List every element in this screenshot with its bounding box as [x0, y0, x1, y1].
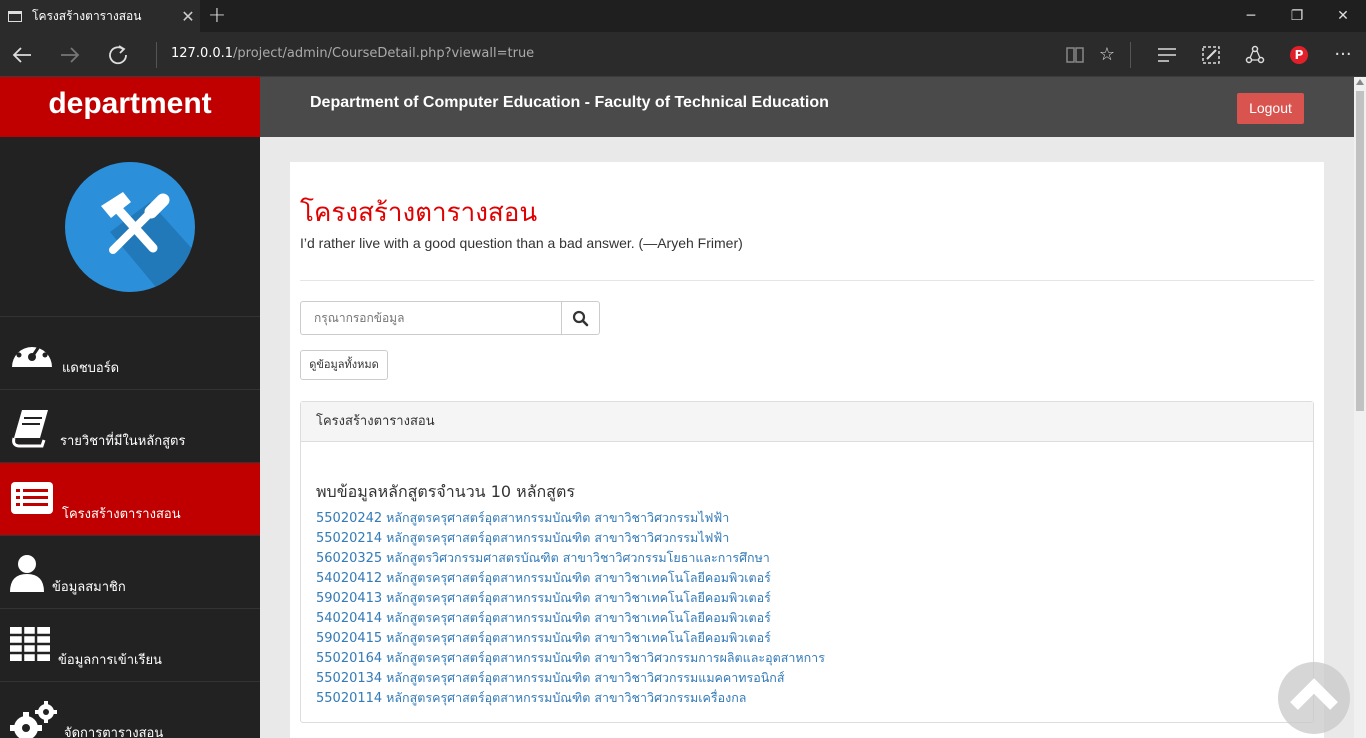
- sidebar: department แดชบอร์ด รายวิชาที่มีในหลักสู…: [0, 77, 260, 738]
- browser-tab[interactable]: โครงสร้างตารางสอน ✕: [0, 0, 200, 32]
- user-icon: [10, 554, 54, 594]
- course-name: หลักสูตรครุศาสตร์อุตสาหกรรมบัณฑิต สาขาวิ…: [386, 510, 730, 525]
- course-name: หลักสูตรครุศาสตร์อุตสาหกรรมบัณฑิต สาขาวิ…: [386, 610, 771, 625]
- course-code: 55020134: [316, 671, 383, 686]
- forward-icon[interactable]: [48, 32, 92, 77]
- logout-button[interactable]: Logout: [1237, 93, 1304, 124]
- toolbar-separator: [1130, 42, 1131, 68]
- course-name: หลักสูตรครุศาสตร์อุตสาหกรรมบัณฑิต สาขาวิ…: [386, 590, 771, 605]
- tools-logo-icon: [65, 162, 195, 292]
- course-code: 59020413: [316, 591, 383, 606]
- course-code: 56020325: [316, 551, 383, 566]
- web-note-icon[interactable]: [1198, 42, 1224, 68]
- refresh-icon[interactable]: [96, 32, 140, 77]
- main-content: โครงสร้างตารางสอน I’d rather live with a…: [290, 162, 1324, 738]
- address-separator: [156, 42, 157, 68]
- course-link[interactable]: 59020415 หลักสูตรครุศาสตร์อุตสาหกรรมบัณฑ…: [316, 628, 825, 648]
- course-name: หลักสูตรครุศาสตร์อุตสาหกรรมบัณฑิต สาขาวิ…: [386, 650, 825, 665]
- pinterest-icon[interactable]: P: [1286, 42, 1312, 68]
- course-code: 59020415: [316, 631, 383, 646]
- course-name: หลักสูตรครุศาสตร์อุตสาหกรรมบัณฑิต สาขาวิ…: [386, 690, 747, 705]
- course-code: 54020414: [316, 611, 383, 626]
- sidebar-item-label: จัดการตารางสอน: [64, 726, 164, 738]
- url-path: /project/admin/CourseDetail.php?viewall=…: [233, 46, 535, 61]
- page-scrollbar[interactable]: [1354, 77, 1366, 738]
- scroll-thumb[interactable]: [1356, 91, 1364, 411]
- minimize-icon[interactable]: ─: [1228, 0, 1274, 32]
- web-page: department แดชบอร์ด รายวิชาที่มีในหลักสู…: [0, 77, 1354, 738]
- page-title: โครงสร้างตารางสอน: [300, 198, 538, 228]
- course-list: 55020242 หลักสูตรครุศาสตร์อุตสาหกรรมบัณฑ…: [316, 508, 825, 708]
- more-icon[interactable]: ···: [1330, 42, 1356, 68]
- book-icon: [10, 408, 54, 448]
- brand-title[interactable]: department: [0, 77, 260, 137]
- course-link[interactable]: 55020134 หลักสูตรครุศาสตร์อุตสาหกรรมบัณฑ…: [316, 668, 825, 688]
- close-window-icon[interactable]: ✕: [1320, 0, 1366, 32]
- search-button[interactable]: [561, 301, 600, 335]
- chevron-up-icon: [1278, 662, 1350, 738]
- new-tab-icon[interactable]: +: [204, 3, 230, 29]
- course-code: 54020412: [316, 571, 383, 586]
- hub-icon[interactable]: [1154, 42, 1180, 68]
- course-name: หลักสูตรวิศวกรรมศาสตรบัณฑิต สาขาวิชาวิศว…: [386, 550, 770, 565]
- course-code: 55020114: [316, 691, 383, 706]
- course-name: หลักสูตรครุศาสตร์อุตสาหกรรมบัณฑิต สาขาวิ…: [386, 670, 785, 685]
- sidebar-item-label: โครงสร้างตารางสอน: [62, 507, 181, 522]
- course-code: 55020242: [316, 511, 383, 526]
- course-code: 55020164: [316, 651, 383, 666]
- sidebar-item-courses[interactable]: รายวิชาที่มีในหลักสูตร: [0, 390, 260, 463]
- favorite-star-icon[interactable]: ☆: [1094, 42, 1120, 68]
- result-count: พบข้อมูลหลักสูตรจำนวน 10 หลักสูตร: [316, 482, 575, 501]
- close-tab-icon[interactable]: ✕: [176, 7, 200, 26]
- page-quote: I’d rather live with a good question tha…: [300, 235, 743, 251]
- address-bar[interactable]: 127.0.0.1/project/admin/CourseDetail.php…: [171, 46, 534, 61]
- tab-title: โครงสร้างตารางสอน: [32, 8, 142, 23]
- reading-view-icon[interactable]: [1062, 42, 1088, 68]
- show-all-button[interactable]: ดูข้อมูลทั้งหมด: [300, 350, 388, 380]
- course-link[interactable]: 55020164 หลักสูตรครุศาสตร์อุตสาหกรรมบัณฑ…: [316, 648, 825, 668]
- sidebar-item-manage-schedule[interactable]: จัดการตารางสอน: [0, 682, 260, 738]
- course-link[interactable]: 56020325 หลักสูตรวิศวกรรมศาสตรบัณฑิต สาข…: [316, 548, 825, 568]
- share-icon[interactable]: [1242, 42, 1268, 68]
- course-link[interactable]: 59020413 หลักสูตรครุศาสตร์อุตสาหกรรมบัณฑ…: [316, 588, 825, 608]
- page-icon: [8, 10, 22, 22]
- course-link[interactable]: 55020214 หลักสูตรครุศาสตร์อุตสาหกรรมบัณฑ…: [316, 528, 825, 548]
- course-name: หลักสูตรครุศาสตร์อุตสาหกรรมบัณฑิต สาขาวิ…: [386, 530, 730, 545]
- back-to-top-button[interactable]: [1278, 662, 1350, 734]
- sidebar-item-members[interactable]: ข้อมูลสมาชิก: [0, 536, 260, 609]
- list-icon: [10, 481, 54, 521]
- sidebar-item-dashboard[interactable]: แดชบอร์ด: [0, 317, 260, 390]
- scroll-up-icon[interactable]: [1356, 79, 1364, 85]
- course-name: หลักสูตรครุศาสตร์อุตสาหกรรมบัณฑิต สาขาวิ…: [386, 630, 771, 645]
- sidebar-item-label: แดชบอร์ด: [62, 361, 120, 376]
- divider: [300, 280, 1314, 281]
- search-icon: [562, 302, 599, 334]
- sidebar-item-label: ข้อมูลสมาชิก: [52, 580, 126, 595]
- sidebar-item-teaching-structure[interactable]: โครงสร้างตารางสอน: [0, 463, 260, 536]
- table-icon: [10, 627, 54, 667]
- courses-panel: โครงสร้างตารางสอน พบข้อมูลหลักสูตรจำนวน …: [300, 401, 1314, 723]
- url-host: 127.0.0.1: [171, 46, 234, 61]
- header-bar: Department of Computer Education - Facul…: [260, 77, 1354, 137]
- browser-titlebar: โครงสร้างตารางสอน ✕ + ─ ❐ ✕: [0, 0, 1366, 32]
- logo-area: [0, 137, 260, 317]
- sidebar-item-label: ข้อมูลการเข้าเรียน: [58, 653, 162, 668]
- course-link[interactable]: 54020414 หลักสูตรครุศาสตร์อุตสาหกรรมบัณฑ…: [316, 608, 825, 628]
- dashboard-icon: [10, 335, 54, 375]
- back-icon[interactable]: [0, 32, 44, 77]
- header-title: Department of Computer Education - Facul…: [310, 94, 829, 111]
- panel-heading: โครงสร้างตารางสอน: [301, 402, 1313, 442]
- course-link[interactable]: 55020114 หลักสูตรครุศาสตร์อุตสาหกรรมบัณฑ…: [316, 688, 825, 708]
- course-link[interactable]: 55020242 หลักสูตรครุศาสตร์อุตสาหกรรมบัณฑ…: [316, 508, 825, 528]
- course-code: 55020214: [316, 531, 383, 546]
- course-name: หลักสูตรครุศาสตร์อุตสาหกรรมบัณฑิต สาขาวิ…: [386, 570, 771, 585]
- gears-icon: [10, 700, 57, 738]
- browser-toolbar: 127.0.0.1/project/admin/CourseDetail.php…: [0, 32, 1366, 77]
- sidebar-item-attendance[interactable]: ข้อมูลการเข้าเรียน: [0, 609, 260, 682]
- sidebar-item-label: รายวิชาที่มีในหลักสูตร: [60, 434, 186, 449]
- course-link[interactable]: 54020412 หลักสูตรครุศาสตร์อุตสาหกรรมบัณฑ…: [316, 568, 825, 588]
- restore-icon[interactable]: ❐: [1274, 0, 1320, 32]
- search-input[interactable]: [300, 301, 562, 335]
